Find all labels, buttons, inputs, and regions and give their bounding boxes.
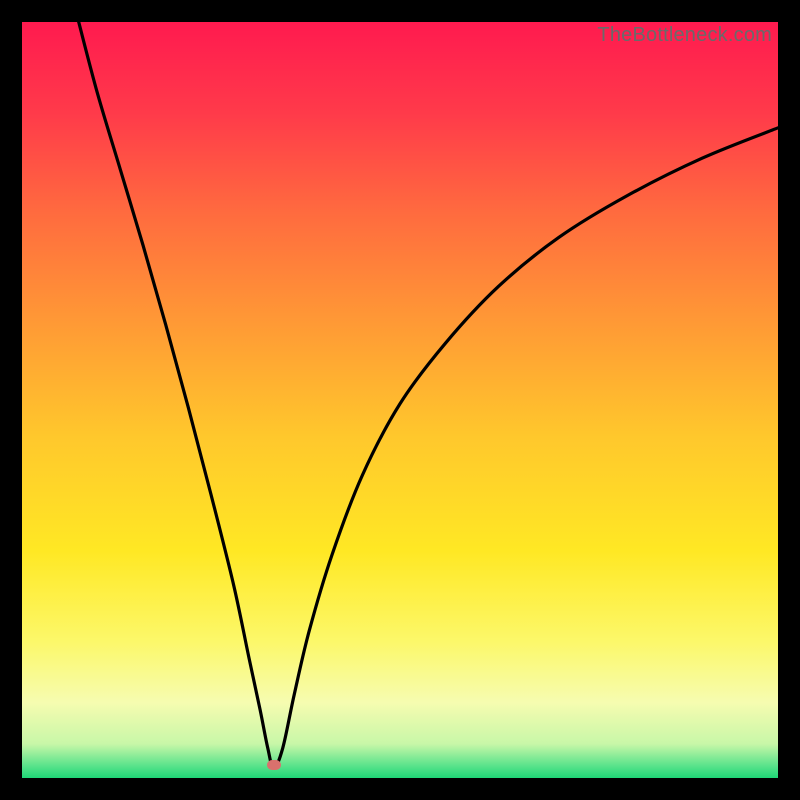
watermark-text: TheBottleneck.com [597,24,772,47]
chart-frame: TheBottleneck.com [22,22,778,778]
minimum-marker [267,760,281,770]
gradient-background [22,22,778,778]
chart-plot [22,22,778,778]
